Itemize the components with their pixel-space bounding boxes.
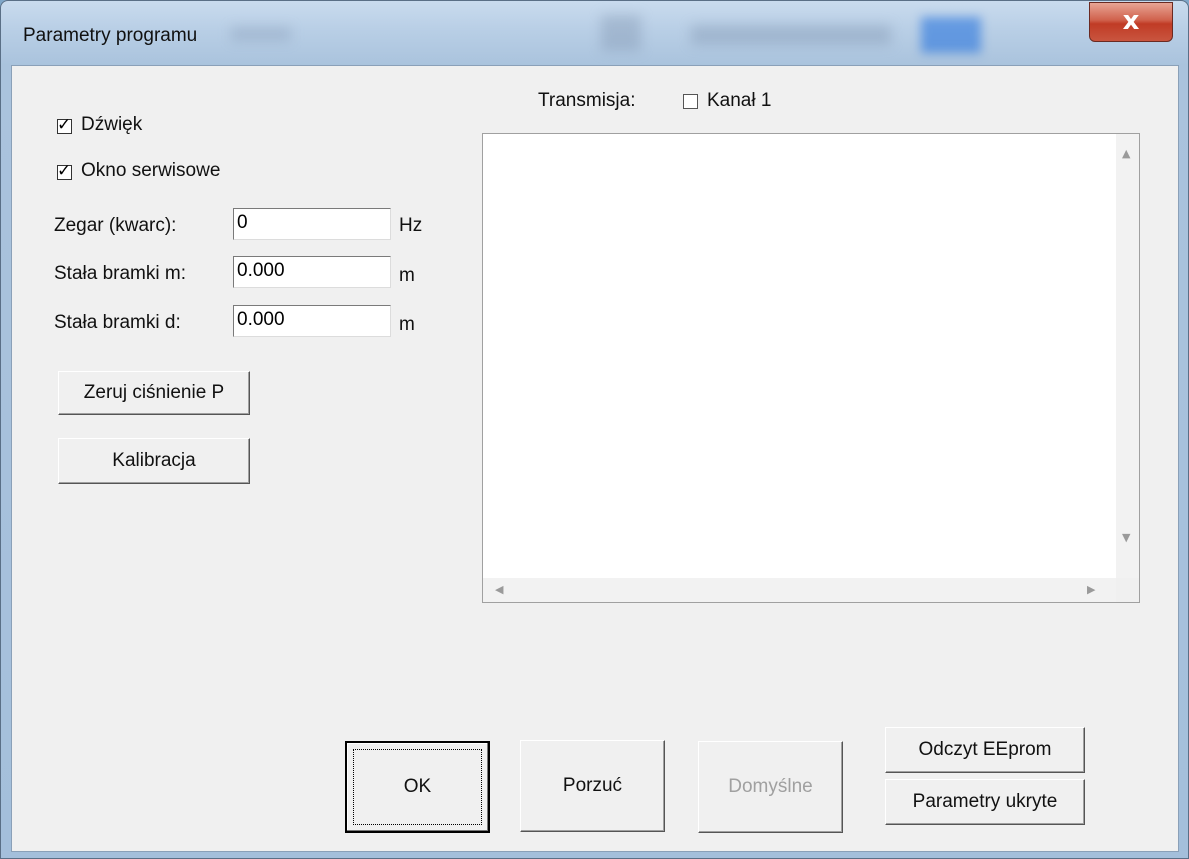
horizontal-scrollbar[interactable]: ◀ ▶: [483, 578, 1117, 602]
transmission-log-textarea[interactable]: ▲ ▼ ◀ ▶: [482, 133, 1140, 603]
title-bar[interactable]: Parametry programu x: [1, 1, 1188, 65]
read-eeprom-button[interactable]: Odczyt EEprom: [885, 727, 1085, 773]
background-blur: [921, 17, 981, 53]
scroll-down-arrow-icon[interactable]: ▼: [1122, 532, 1130, 544]
zero-pressure-button[interactable]: Zeruj ciśnienie P: [58, 371, 250, 415]
gate-m-unit: m: [399, 265, 415, 286]
window-title: Parametry programu: [23, 25, 198, 46]
gate-m-field[interactable]: [233, 256, 391, 288]
service-window-checkbox[interactable]: ✓: [57, 161, 72, 181]
calibration-button[interactable]: Kalibracja: [58, 438, 250, 484]
vertical-scrollbar[interactable]: ▲ ▼: [1116, 134, 1139, 578]
dialog-window: Parametry programu x ✓ Dźwięk ✓ Okno ser…: [0, 0, 1189, 859]
focus-rectangle: [353, 749, 482, 825]
gate-d-unit: m: [399, 314, 415, 335]
clock-field[interactable]: [233, 208, 391, 240]
scroll-up-arrow-icon[interactable]: ▲: [1122, 148, 1130, 160]
close-icon: x: [1122, 6, 1140, 36]
gate-d-label: Stała bramki d:: [54, 312, 181, 333]
clock-label: Zegar (kwarc):: [54, 215, 177, 236]
ok-button[interactable]: OK: [345, 741, 490, 833]
dialog-client-area: ✓ Dźwięk ✓ Okno serwisowe Zegar (kwarc):…: [11, 65, 1179, 852]
checkmark-icon: ✓: [57, 161, 72, 181]
abandon-button[interactable]: Porzuć: [520, 740, 665, 832]
gate-m-input[interactable]: [234, 257, 387, 285]
close-button[interactable]: x: [1089, 2, 1173, 42]
scroll-left-arrow-icon[interactable]: ◀: [495, 584, 503, 596]
hidden-parameters-button[interactable]: Parametry ukryte: [885, 779, 1085, 825]
scroll-right-arrow-icon[interactable]: ▶: [1087, 584, 1095, 596]
clock-unit: Hz: [399, 215, 423, 236]
background-blur: [691, 25, 891, 45]
checkmark-icon: ✓: [57, 115, 72, 135]
sound-checkbox-label[interactable]: Dźwięk: [81, 114, 142, 136]
service-window-checkbox-label[interactable]: Okno serwisowe: [81, 160, 220, 182]
sound-checkbox[interactable]: ✓: [57, 115, 72, 135]
channel-1-label[interactable]: Kanał 1: [707, 90, 771, 112]
gate-m-label: Stała bramki m:: [54, 263, 186, 284]
background-blur: [231, 27, 291, 41]
transmission-label: Transmisja:: [538, 90, 636, 111]
defaults-button: Domyślne: [698, 741, 843, 833]
gate-d-field[interactable]: [233, 305, 391, 337]
scrollbar-corner: [1116, 578, 1139, 602]
gate-d-input[interactable]: [234, 306, 387, 334]
clock-input[interactable]: [234, 209, 387, 237]
background-blur: [601, 15, 641, 51]
channel-1-checkbox[interactable]: [683, 94, 698, 109]
